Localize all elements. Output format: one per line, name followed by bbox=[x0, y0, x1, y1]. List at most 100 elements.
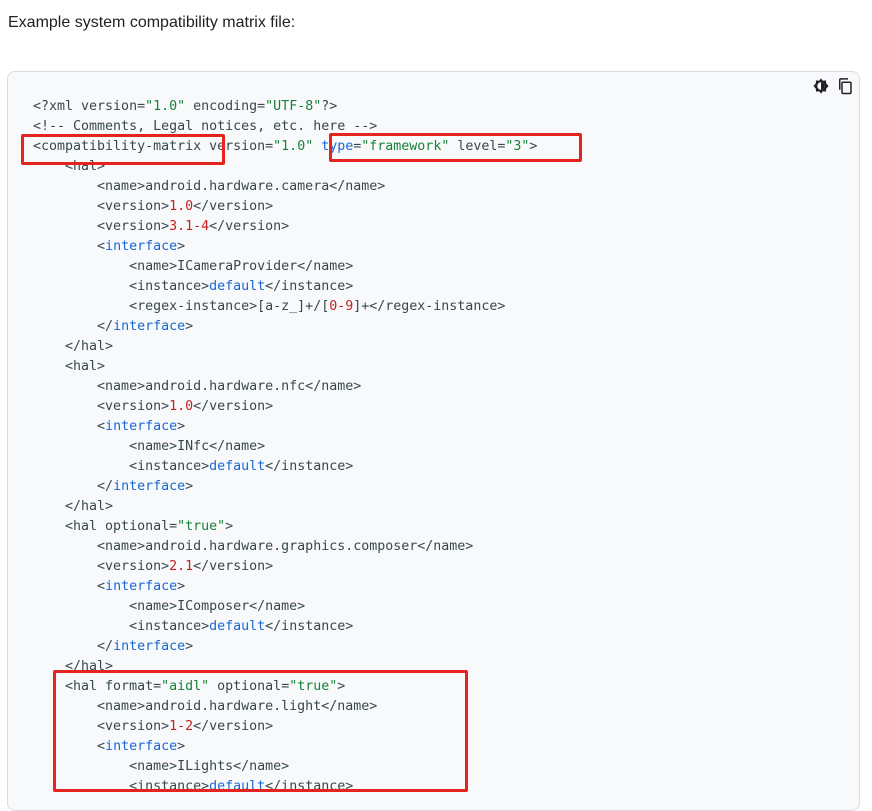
code-token: 3.1-4 bbox=[169, 219, 210, 234]
code-token: </instance> bbox=[265, 459, 354, 474]
code-token: interface bbox=[105, 239, 178, 254]
code-line: <hal> bbox=[33, 357, 537, 377]
code-token: 1.0 bbox=[169, 199, 194, 214]
code-line: <hal optional="true"> bbox=[33, 517, 537, 537]
code-token: </version> bbox=[193, 719, 274, 734]
code-token: < bbox=[33, 739, 106, 754]
code-token: > bbox=[185, 479, 194, 494]
code-token: </hal> bbox=[33, 659, 114, 674]
code-line: <name>INfc</name> bbox=[33, 437, 537, 457]
code-token: > bbox=[177, 239, 186, 254]
code-line: </hal> bbox=[33, 657, 537, 677]
code-token: </ bbox=[33, 319, 114, 334]
code-token: </instance> bbox=[265, 279, 354, 294]
code-token: <hal> bbox=[33, 359, 106, 374]
code-line: <instance>default</instance> bbox=[33, 777, 537, 797]
code-line: <version>3.1-4</version> bbox=[33, 217, 537, 237]
code-line: <interface> bbox=[33, 237, 537, 257]
intro-text: Example system compatibility matrix file… bbox=[8, 14, 296, 31]
code-token: > bbox=[529, 139, 538, 154]
code-line: <name>ILights</name> bbox=[33, 757, 537, 777]
code-token: "true" bbox=[289, 679, 338, 694]
code-token: "framework" bbox=[361, 139, 450, 154]
code-line: <name>android.hardware.light</name> bbox=[33, 697, 537, 717]
code-token: ]+</regex-instance> bbox=[353, 299, 506, 314]
code-token: > bbox=[185, 319, 194, 334]
code-token: > bbox=[177, 739, 186, 754]
code-token: interface bbox=[113, 319, 186, 334]
code-line: </interface> bbox=[33, 317, 537, 337]
code-line: <interface> bbox=[33, 417, 537, 437]
code-token: encoding= bbox=[185, 99, 266, 114]
code-token: < bbox=[33, 419, 106, 434]
code-token: 2.1 bbox=[169, 559, 194, 574]
code-token: type bbox=[321, 139, 354, 154]
code-token: <name>android.hardware.camera</name> bbox=[33, 179, 386, 194]
code-line: <interface> bbox=[33, 737, 537, 757]
code-token: > bbox=[177, 419, 186, 434]
code-token: default bbox=[209, 279, 266, 294]
code-line: </interface> bbox=[33, 637, 537, 657]
code-line: <name>android.hardware.nfc</name> bbox=[33, 377, 537, 397]
code-token: interface bbox=[105, 419, 178, 434]
code-token: 1.0 bbox=[169, 399, 194, 414]
code-token: </ bbox=[33, 479, 114, 494]
code-token: <hal format= bbox=[33, 679, 162, 694]
code-line: </interface> bbox=[33, 477, 537, 497]
code-token: interface bbox=[105, 579, 178, 594]
code-line: <version>1.0</version> bbox=[33, 197, 537, 217]
code-line: </hal> bbox=[33, 337, 537, 357]
copy-icon[interactable] bbox=[835, 76, 855, 96]
code-line: <name>ICameraProvider</name> bbox=[33, 257, 537, 277]
code-token: <instance> bbox=[33, 279, 210, 294]
code-token: <version> bbox=[33, 199, 170, 214]
code-token: <!-- Comments, Legal notices, etc. here … bbox=[33, 119, 378, 134]
code-line: </hal> bbox=[33, 497, 537, 517]
code-token: level= bbox=[449, 139, 506, 154]
code-token: <version> bbox=[33, 559, 170, 574]
code-token: default bbox=[209, 459, 266, 474]
code-toolbar bbox=[811, 76, 855, 96]
code-token: 0-9 bbox=[329, 299, 354, 314]
code-line: <name>android.hardware.camera</name> bbox=[33, 177, 537, 197]
code-token: <hal> bbox=[33, 159, 106, 174]
code-token: <version> bbox=[33, 219, 170, 234]
code-token: <instance> bbox=[33, 459, 210, 474]
code-line: <hal format="aidl" optional="true"> bbox=[33, 677, 537, 697]
code-token: <hal optional= bbox=[33, 519, 178, 534]
code-line: <version>2.1</version> bbox=[33, 557, 537, 577]
code-token: > bbox=[185, 639, 194, 654]
code-token: < bbox=[33, 579, 106, 594]
code-block: <?xml version="1.0" encoding="UTF-8"?> <!… bbox=[7, 71, 860, 811]
code-token: <version> bbox=[33, 399, 170, 414]
code-token: ?> bbox=[321, 99, 338, 114]
code-line: <hal> bbox=[33, 157, 537, 177]
code-token: <name>INfc</name> bbox=[33, 439, 266, 454]
code-line: <instance>default</instance> bbox=[33, 277, 537, 297]
code-token: </version> bbox=[193, 559, 274, 574]
code-token: "true" bbox=[177, 519, 226, 534]
code-token: "UTF-8" bbox=[265, 99, 322, 114]
code-token: > bbox=[225, 519, 234, 534]
code-line: <instance>default</instance> bbox=[33, 457, 537, 477]
code-token: interface bbox=[105, 739, 178, 754]
theme-toggle-icon[interactable] bbox=[811, 76, 831, 96]
code-token: "1.0" bbox=[273, 139, 314, 154]
code-token: interface bbox=[113, 479, 186, 494]
code-line: <version>1.0</version> bbox=[33, 397, 537, 417]
code-token: "aidl" bbox=[161, 679, 210, 694]
code-token: optional= bbox=[209, 679, 290, 694]
code-token: <?xml version= bbox=[33, 99, 146, 114]
code-token: "3" bbox=[505, 139, 530, 154]
code-token: default bbox=[209, 619, 266, 634]
code-line: <!-- Comments, Legal notices, etc. here … bbox=[33, 117, 537, 137]
code-token: <instance> bbox=[33, 779, 210, 794]
code-token: </version> bbox=[193, 199, 274, 214]
code-token: "1.0" bbox=[145, 99, 186, 114]
code-token: <name>IComposer</name> bbox=[33, 599, 306, 614]
code-line: <regex-instance>[a-z_]+/[0-9]+</regex-in… bbox=[33, 297, 537, 317]
code-token: </version> bbox=[209, 219, 290, 234]
code-token: <instance> bbox=[33, 619, 210, 634]
code-line: <version>1-2</version> bbox=[33, 717, 537, 737]
code-token: </ bbox=[33, 639, 114, 654]
